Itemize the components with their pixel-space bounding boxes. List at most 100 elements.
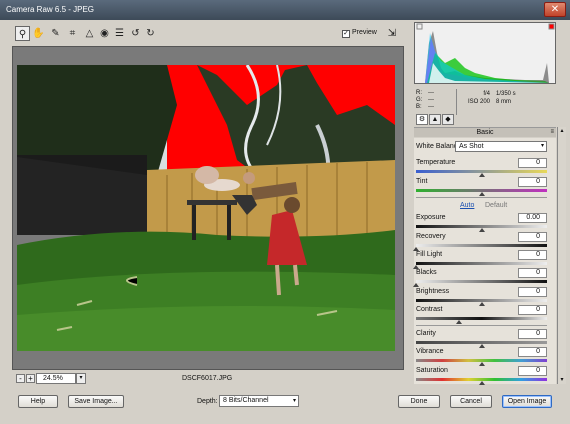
temperature-label: Temperature: [416, 159, 456, 166]
brightness-value[interactable]: 0: [518, 287, 547, 297]
white-balance-value: As Shot: [459, 143, 484, 150]
panel-tabs: ⚙ ▲ ◆: [414, 114, 556, 125]
photo-preview[interactable]: [17, 65, 395, 351]
focal-length: 8 mm: [496, 99, 511, 105]
tab-detail[interactable]: ◆: [442, 114, 454, 125]
recovery-track[interactable]: [416, 244, 547, 247]
contrast-thumb[interactable]: [456, 320, 463, 324]
blacks-slider[interactable]: Blacks 0: [413, 268, 556, 287]
preview-checkbox[interactable]: ✓ Preview: [342, 29, 377, 38]
straighten-icon[interactable]: △: [82, 26, 97, 41]
chevron-down-icon: ▾: [540, 143, 544, 149]
preview-status-bar: - + 24.5% ▾ DSCF6017.JPG: [12, 372, 404, 386]
histogram: [414, 22, 556, 84]
vibrance-label: Vibrance: [416, 348, 444, 355]
hand-icon[interactable]: ✋: [31, 26, 46, 41]
recovery-label: Recovery: [416, 233, 446, 240]
blacks-track[interactable]: [416, 280, 547, 283]
info-divider: [456, 89, 457, 115]
save-image-button[interactable]: Save Image...: [68, 395, 124, 408]
tab-basic[interactable]: ⚙: [416, 114, 428, 125]
r-label: R:: [416, 90, 422, 96]
window-title: Camera Raw 6.5 - JPEG: [6, 5, 95, 14]
exposure-value[interactable]: 0.00: [518, 213, 547, 223]
r-value: ---: [428, 90, 434, 96]
contrast-label: Contrast: [416, 306, 443, 313]
filename-label: DSCF6017.JPG: [182, 375, 233, 382]
fill-light-value[interactable]: 0: [518, 250, 547, 260]
close-icon[interactable]: ✕: [544, 2, 566, 17]
recovery-value[interactable]: 0: [518, 232, 547, 242]
rotate-ccw-icon[interactable]: ↺: [128, 26, 143, 41]
iso: ISO 200: [467, 99, 490, 105]
exif-readout: f/4 1/350 s ISO 200 8 mm: [462, 90, 516, 106]
temperature-value[interactable]: 0: [518, 158, 547, 168]
fullscreen-icon[interactable]: ⇲: [386, 27, 398, 40]
default-link[interactable]: Default: [485, 202, 507, 209]
tab-tone-curve[interactable]: ▲: [429, 114, 441, 125]
help-button[interactable]: Help: [18, 395, 58, 408]
zoom-icon[interactable]: ⚲: [15, 26, 30, 41]
dialog-footer: Help Save Image... Depth: 8 Bits/Channel…: [0, 392, 570, 424]
tint-thumb[interactable]: [478, 192, 485, 196]
fill-light-track[interactable]: [416, 262, 547, 265]
contrast-value[interactable]: 0: [518, 305, 547, 315]
chevron-down-icon[interactable]: ▾: [76, 373, 86, 384]
saturation-thumb[interactable]: [478, 381, 485, 385]
eyedropper-icon[interactable]: ✎: [48, 26, 63, 41]
saturation-value[interactable]: 0: [518, 366, 547, 376]
crop-icon[interactable]: ⌗: [65, 26, 80, 41]
contrast-slider[interactable]: Contrast 0: [414, 305, 556, 324]
zoom-out-button[interactable]: -: [16, 374, 25, 383]
zoom-level-field[interactable]: 24.5%: [36, 373, 76, 384]
auto-link[interactable]: Auto: [460, 202, 474, 209]
scroll-up-icon[interactable]: ▴: [558, 127, 566, 135]
divider: [416, 325, 547, 326]
tint-slider[interactable]: Tint 0: [414, 177, 556, 196]
panel-scrollbar[interactable]: ▴ ▾: [557, 127, 566, 384]
done-button[interactable]: Done: [398, 395, 440, 408]
preferences-icon[interactable]: ☰: [112, 26, 127, 41]
redeye-icon[interactable]: ◉: [97, 26, 112, 41]
open-image-button[interactable]: Open Image: [502, 395, 552, 408]
panel-header: Basic ≡: [414, 127, 556, 137]
preview-label: Preview: [351, 29, 377, 36]
white-balance-select[interactable]: As Shot ▾: [455, 141, 547, 152]
rgb-readout: R: --- G: --- B: ---: [416, 90, 440, 111]
clarity-value[interactable]: 0: [518, 329, 547, 339]
image-preview-area: [12, 46, 404, 370]
blacks-value[interactable]: 0: [518, 268, 547, 278]
depth-value: 8 Bits/Channel: [223, 397, 269, 404]
clarity-label: Clarity: [416, 330, 436, 337]
exposure-slider[interactable]: Exposure 0.00: [414, 213, 556, 232]
clarity-slider[interactable]: Clarity 0: [414, 329, 556, 348]
scroll-down-icon[interactable]: ▾: [558, 376, 566, 384]
g-label: G:: [416, 97, 423, 103]
highlight-clipping-icon: [548, 23, 555, 30]
brightness-slider[interactable]: Brightness 0: [414, 287, 556, 306]
vibrance-slider[interactable]: Vibrance 0: [414, 347, 556, 366]
divider: [416, 197, 547, 198]
exposure-label: Exposure: [416, 214, 446, 221]
zoom-in-button[interactable]: +: [26, 374, 35, 383]
rotate-cw-icon[interactable]: ↻: [143, 26, 158, 41]
contrast-track[interactable]: [416, 317, 547, 320]
checkbox-checked-icon[interactable]: ✓: [342, 30, 350, 38]
depth-label: Depth:: [197, 398, 218, 405]
chevron-down-icon: ▾: [292, 398, 296, 404]
cancel-button[interactable]: Cancel: [450, 395, 492, 408]
fill-light-label: Fill Light: [416, 251, 443, 258]
depth-select[interactable]: 8 Bits/Channel ▾: [219, 395, 299, 407]
panel-menu-icon[interactable]: ≡: [550, 128, 554, 137]
title-bar: Camera Raw 6.5 - JPEG ✕: [0, 0, 570, 20]
vibrance-value[interactable]: 0: [518, 347, 547, 357]
shutter-speed: 1/350 s: [496, 91, 516, 97]
b-value: ---: [428, 104, 434, 110]
fill-light-slider[interactable]: Fill Light 0: [413, 250, 556, 269]
tint-label: Tint: [416, 178, 428, 185]
saturation-slider[interactable]: Saturation 0: [414, 366, 556, 385]
panel-title: Basic: [476, 129, 494, 136]
tint-value[interactable]: 0: [518, 177, 547, 187]
temperature-slider[interactable]: Temperature 0: [414, 158, 556, 177]
recovery-slider[interactable]: Recovery 0: [413, 232, 556, 251]
